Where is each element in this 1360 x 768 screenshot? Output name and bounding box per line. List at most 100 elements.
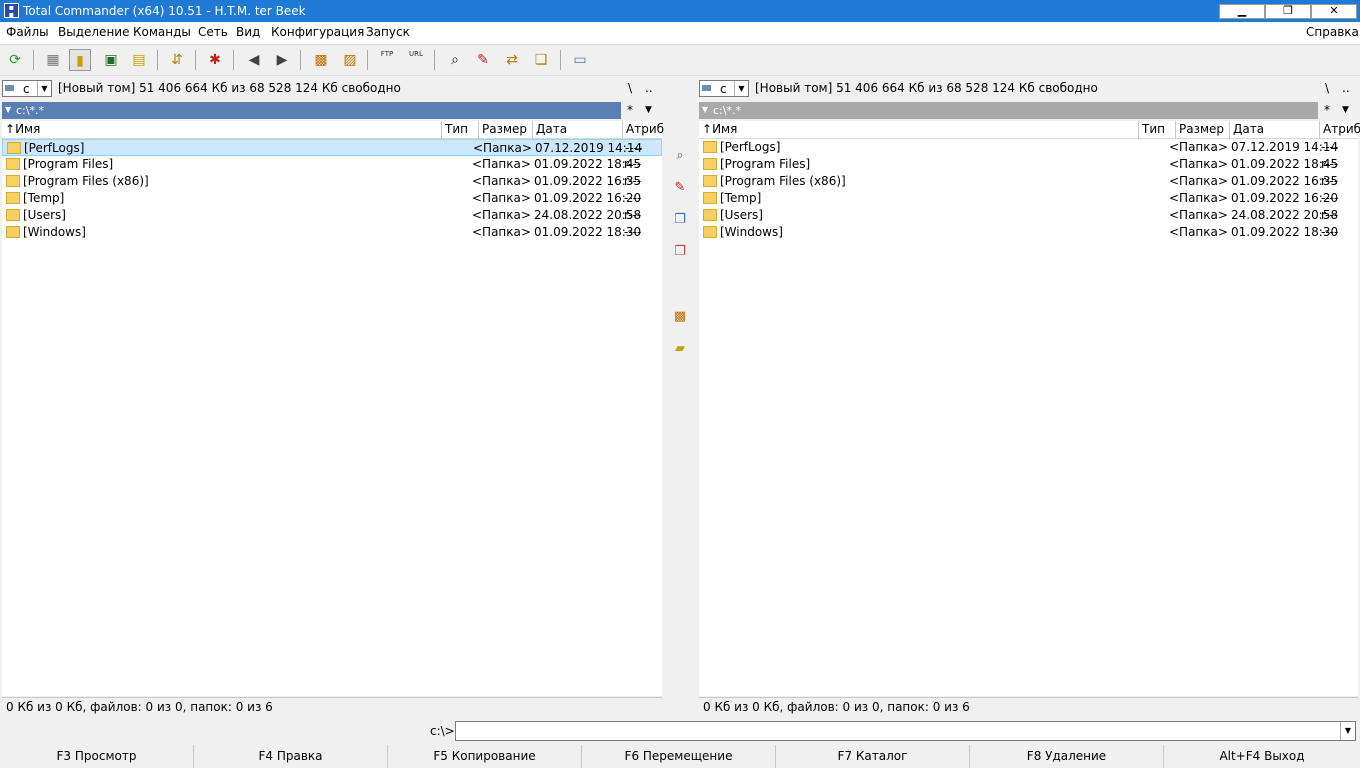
view-icon[interactable]: ⌕	[670, 146, 690, 166]
menu-net[interactable]: Сеть	[198, 25, 228, 39]
file-name: [Users]	[720, 208, 763, 222]
right-filter-button[interactable]: *	[1324, 103, 1330, 117]
chevron-down-icon[interactable]: ▼	[1342, 105, 1349, 115]
chevron-down-icon[interactable]: ▼	[37, 81, 51, 96]
column-size[interactable]: Размер	[479, 121, 533, 139]
menu-start[interactable]: Запуск	[366, 25, 410, 39]
toolbar: ⟳ ▦ ▮ ▣ ▤ ⇵ ✱ ◀ ▶ ▩ ▨ FTP URL ⌕ ✎ ⇄ ❏ ▭	[0, 44, 1360, 76]
copy-icon[interactable]: ❐	[670, 210, 690, 230]
column-name[interactable]: ↑Имя	[699, 121, 1139, 139]
left-up-button[interactable]: ..	[645, 81, 653, 95]
pack-icon[interactable]: ▩	[670, 307, 690, 327]
file-size: <Папка>	[472, 191, 531, 205]
menu-bar: Файлы Выделение Команды Сеть Вид Конфигу…	[0, 22, 1360, 44]
ftp-label: FTP	[380, 50, 394, 58]
column-type[interactable]: Тип	[442, 121, 479, 139]
file-row[interactable]: [Program Files (x86)] <Папка> 01.09.2022 1…	[2, 173, 662, 190]
url-connect-icon[interactable]: URL	[405, 49, 427, 71]
f4-edit-button[interactable]: F4 Правка	[194, 745, 388, 768]
column-date[interactable]: Дата	[1230, 121, 1320, 139]
edit-icon[interactable]: ✎	[670, 178, 690, 198]
file-row[interactable]: [Program Files (x86)] <Папка> 01.09.2022 1…	[699, 173, 1358, 190]
right-volume-info: [Новый том] 51 406 664 Кб из 68 528 124 …	[755, 81, 1098, 95]
left-status-text: 0 Кб из 0 Кб, файлов: 0 из 0, папок: 0 и…	[6, 700, 273, 714]
file-row[interactable]: [Temp] <Папка> 01.09.2022 16:20 ----	[699, 190, 1358, 207]
unpack-icon[interactable]: ▨	[339, 49, 361, 71]
forward-icon[interactable]: ▶	[271, 49, 293, 71]
close-button[interactable]: ✕	[1311, 4, 1357, 19]
menu-commands[interactable]: Команды	[133, 25, 191, 39]
folder-icon	[703, 192, 717, 204]
sync-dirs-icon[interactable]: ⇵	[166, 49, 188, 71]
file-size: <Папка>	[472, 208, 531, 222]
pack-icon[interactable]: ▩	[310, 49, 332, 71]
right-file-list[interactable]: [PerfLogs] <Папка> 07.12.2019 14:14 ---- [Pr…	[699, 139, 1358, 696]
right-up-button[interactable]: ..	[1342, 81, 1350, 95]
history-icon[interactable]: ▼	[5, 105, 11, 114]
file-size: <Папка>	[1169, 140, 1228, 154]
compare-dirs-icon[interactable]: ⇄	[501, 49, 523, 71]
menu-help[interactable]: Справка	[1306, 25, 1359, 39]
copy-names-icon[interactable]: ❏	[530, 49, 552, 71]
column-attr[interactable]: Атриб	[1320, 121, 1360, 139]
chevron-down-icon[interactable]: ▼	[1340, 722, 1355, 740]
f6-move-button[interactable]: F6 Перемещение	[582, 745, 776, 768]
file-size: <Папка>	[1169, 191, 1228, 205]
file-row[interactable]: [Program Files] <Папка> 01.09.2022 18:45 r-…	[2, 156, 662, 173]
file-name: [Program Files (x86)]	[720, 174, 846, 188]
file-name: [Windows]	[720, 225, 783, 239]
left-drive-letter: c	[23, 82, 30, 96]
invert-selection-icon[interactable]: ✱	[204, 49, 226, 71]
menu-view[interactable]: Вид	[236, 25, 260, 39]
thumbnails-icon[interactable]: ▣	[100, 49, 122, 71]
maximize-button[interactable]: ❐	[1265, 4, 1311, 19]
menu-configuration[interactable]: Конфигурация	[271, 25, 364, 39]
file-row[interactable]: [Windows] <Папка> 01.09.2022 18:30 ----	[699, 224, 1358, 241]
minimize-button[interactable]: ▁	[1219, 4, 1265, 19]
file-row[interactable]: [Temp] <Папка> 01.09.2022 16:20 ----	[2, 190, 662, 207]
file-row[interactable]: [Program Files] <Папка> 01.09.2022 18:45 r-…	[699, 156, 1358, 173]
command-line-input[interactable]: ▼	[455, 721, 1356, 741]
file-size: <Папка>	[472, 225, 531, 239]
move-icon[interactable]: ❐	[670, 242, 690, 262]
column-size[interactable]: Размер	[1176, 121, 1230, 139]
back-icon[interactable]: ◀	[243, 49, 265, 71]
ftp-connect-icon[interactable]: FTP	[376, 49, 398, 71]
notepad-icon[interactable]: ▭	[569, 49, 591, 71]
left-drive-select[interactable]: c ▼	[2, 80, 52, 97]
right-root-button[interactable]: \	[1325, 81, 1329, 95]
left-filter-button[interactable]: *	[627, 103, 633, 117]
f8-delete-button[interactable]: F8 Удаление	[970, 745, 1164, 768]
column-attr[interactable]: Атриб	[623, 121, 664, 139]
chevron-down-icon[interactable]: ▼	[645, 105, 652, 115]
column-name[interactable]: ↑Имя	[2, 121, 442, 139]
folder-icon	[7, 142, 21, 154]
right-path-bar[interactable]: ▼ c:\*.*	[699, 102, 1318, 119]
left-file-list[interactable]: [PerfLogs] <Папка> 07.12.2019 14:14 ---- [Pr…	[2, 139, 662, 696]
file-row[interactable]: [PerfLogs] <Папка> 07.12.2019 14:14 ----	[2, 139, 662, 156]
detailed-view-icon[interactable]: ▮	[69, 49, 91, 71]
refresh-icon[interactable]: ⟳	[4, 49, 26, 71]
history-icon[interactable]: ▼	[702, 105, 708, 114]
new-folder-icon[interactable]: ▰	[670, 339, 690, 359]
brief-view-icon[interactable]: ▦	[42, 49, 64, 71]
menu-files[interactable]: Файлы	[6, 25, 49, 39]
altf4-exit-button[interactable]: Alt+F4 Выход	[1164, 745, 1360, 768]
file-row[interactable]: [Users] <Папка> 24.08.2022 20:58 r---	[2, 207, 662, 224]
f5-copy-button[interactable]: F5 Копирование	[388, 745, 582, 768]
tree-view-icon[interactable]: ▤	[128, 49, 150, 71]
chevron-down-icon[interactable]: ▼	[734, 81, 748, 96]
left-root-button[interactable]: \	[628, 81, 632, 95]
right-drive-select[interactable]: c ▼	[699, 80, 749, 97]
column-type[interactable]: Тип	[1139, 121, 1176, 139]
f7-mkdir-button[interactable]: F7 Каталог	[776, 745, 970, 768]
left-path-bar[interactable]: ▼ c:\*.*	[2, 102, 621, 119]
f3-view-button[interactable]: F3 Просмотр	[0, 745, 194, 768]
menu-selection[interactable]: Выделение	[58, 25, 129, 39]
column-date[interactable]: Дата	[533, 121, 623, 139]
file-row[interactable]: [PerfLogs] <Папка> 07.12.2019 14:14 ----	[699, 139, 1358, 156]
file-row[interactable]: [Users] <Папка> 24.08.2022 20:58 r---	[699, 207, 1358, 224]
find-files-icon[interactable]: ⌕	[444, 49, 466, 71]
multi-rename-icon[interactable]: ✎	[472, 49, 494, 71]
file-row[interactable]: [Windows] <Папка> 01.09.2022 18:30 ----	[2, 224, 662, 241]
